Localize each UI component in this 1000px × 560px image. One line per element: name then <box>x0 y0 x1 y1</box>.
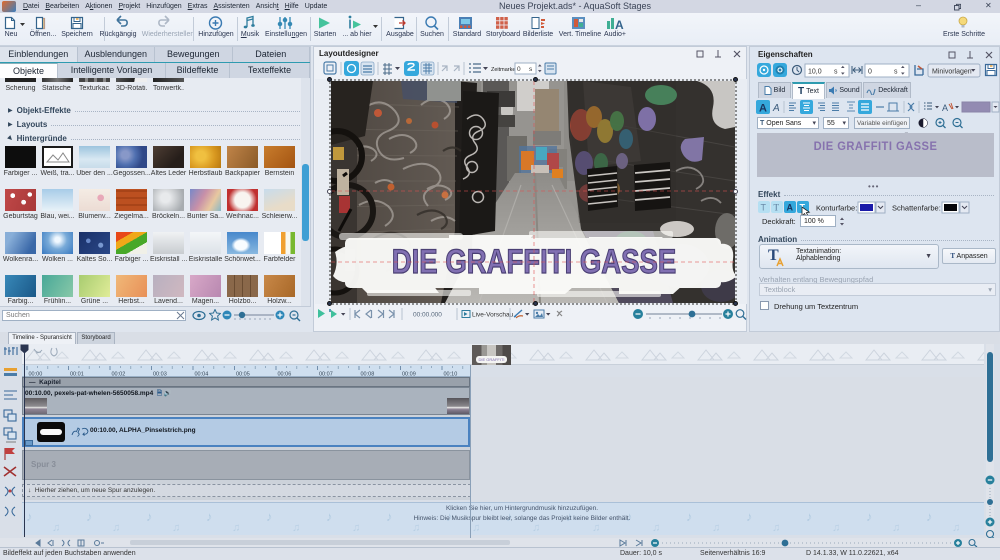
svg-text:Schattenfarbe:: Schattenfarbe: <box>892 204 941 213</box>
svg-text:DIE GRAFFITI GASSE: DIE GRAFFITI GASSE <box>392 242 676 280</box>
svg-text:T: T <box>761 203 767 213</box>
svg-text:0: 0 <box>517 66 521 73</box>
svg-text:A: A <box>772 103 780 114</box>
svg-text:s: s <box>834 69 838 76</box>
svg-text:Konturfarbe:: Konturfarbe: <box>816 204 857 213</box>
svg-text:s: s <box>894 69 898 76</box>
svg-text:A: A <box>942 103 948 113</box>
svg-text:A: A <box>615 18 624 32</box>
svg-text:Zeitmarke:: Zeitmarke: <box>491 67 517 73</box>
svg-text:10,0: 10,0 <box>808 69 822 76</box>
svg-text:00:00.000: 00:00.000 <box>413 312 442 319</box>
svg-text:T: T <box>774 203 780 213</box>
svg-text:A: A <box>787 203 794 213</box>
svg-text:0: 0 <box>868 69 872 76</box>
svg-text:Minivorlagen: Minivorlagen <box>932 69 972 76</box>
svg-text:A: A <box>759 103 767 115</box>
svg-text:Live-Vorschau: Live-Vorschau <box>472 312 514 319</box>
